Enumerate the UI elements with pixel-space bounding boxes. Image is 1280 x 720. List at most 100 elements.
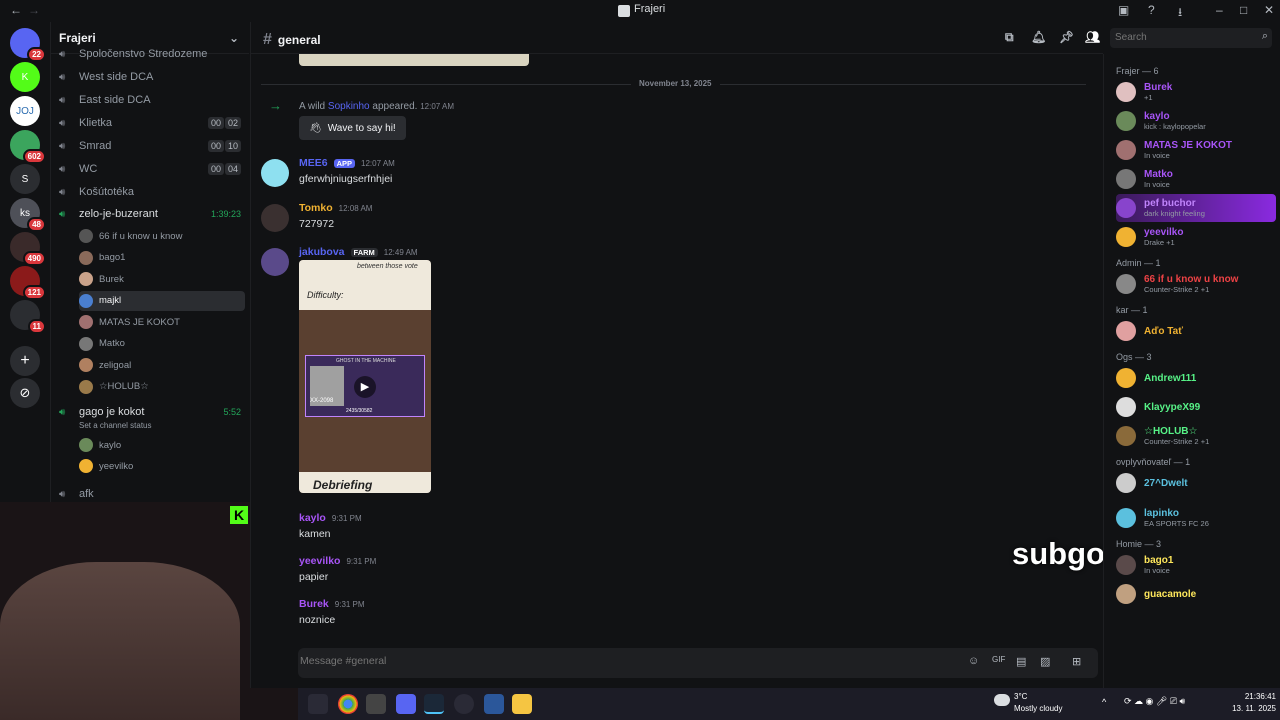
message-author[interactable]: Tomko [299,202,333,214]
message-input[interactable] [300,655,940,667]
active-voice-channel[interactable]: 🔊︎ zelo-je-buzerant 1:39:23 [59,204,245,224]
minimize-button[interactable]: – [1216,3,1223,17]
bell-icon[interactable]: 🔔︎ [1031,30,1046,44]
sticker-icon[interactable]: ▤ [1016,655,1026,668]
members-icon[interactable]: 👥︎ [1085,30,1100,44]
voice-channel[interactable]: 🔊︎ WC 00 04 [59,159,245,179]
member-row[interactable]: bago1 In voice [1116,551,1276,579]
avatar [79,229,93,243]
message-author[interactable]: Burek [299,598,329,610]
member-row[interactable]: yeevilko Drake +1 [1116,223,1276,251]
previous-image[interactable] [299,54,529,66]
obs-icon[interactable] [454,694,474,714]
taskbar-app-icon[interactable] [366,694,386,714]
voice-channel[interactable]: 🔊︎ gago je kokot 5:52 [59,402,245,422]
message-time: 12:07 AM [361,159,395,168]
image-icon[interactable]: ▨ [1040,655,1050,668]
voice-channel[interactable]: 🔊︎ Smrad 00 10 [59,136,245,156]
voice-user[interactable]: majkl [79,290,245,311]
avatar[interactable] [261,204,289,232]
voice-user[interactable]: 66 if u know u know [79,226,245,246]
window-title: Frajeri [634,3,666,15]
member-row[interactable]: MATAS JE KOKOT In voice [1116,136,1276,164]
windows-taskbar: 3°C Mostly cloudy ^ ⟳ ☁ ◉ 🎤︎ ⎚ 🔊︎ 21:36:… [298,688,1280,720]
search-box[interactable]: ⌕ [1110,28,1272,48]
embed-image[interactable]: between those vote Difficulty: GHOST IN … [299,260,431,493]
server-icon[interactable]: S [10,164,40,194]
message-author[interactable]: yeevilko [299,555,340,567]
gif-icon[interactable]: GIF [992,655,1005,664]
member-row[interactable]: Aďo Tať [1116,317,1276,345]
server-icon[interactable]: ks 48 [10,198,46,232]
voice-user[interactable]: ☆HOLUB☆ [79,377,245,397]
avatar[interactable] [261,159,289,187]
inbox-icon[interactable]: ▣ [1118,3,1129,17]
search-icon[interactable]: ⌕ [1262,30,1268,43]
server-icon[interactable]: 11 [10,300,46,334]
close-button[interactable]: ✕ [1264,3,1274,17]
message-author[interactable]: kaylo [299,512,326,524]
member-row[interactable]: Burek +1 [1116,78,1276,106]
steam-icon[interactable] [424,694,444,714]
threads-icon[interactable]: ⧉ [1005,30,1014,45]
voice-channel[interactable]: 🔊︎ West side DCA [59,67,245,87]
member-row[interactable]: 27^Dwelt [1116,469,1276,497]
server-icon[interactable]: K [10,62,40,92]
voice-user[interactable]: zeligoal [79,355,245,375]
forward-arrow-icon[interactable]: → [28,3,40,17]
help-icon[interactable]: ? [1148,3,1155,17]
maximize-button[interactable]: □ [1240,3,1247,17]
add-server-icon[interactable]: + [10,346,40,376]
server-icon[interactable]: JOJ [10,96,40,126]
message-author[interactable]: MEE6 [299,157,328,169]
taskbar-app-icon[interactable] [512,694,532,714]
tray-chevron-icon[interactable]: ^ [1102,697,1106,707]
member-row[interactable]: kaylo kick : kaylopopelar [1116,107,1276,135]
member-row[interactable]: Matko In voice [1116,165,1276,193]
tray-icons[interactable]: ⟳ ☁ ◉ 🎤︎ ⎚ 🔊︎ [1124,696,1185,707]
voice-channel[interactable]: 🔊︎ East side DCA [59,90,245,110]
chrome-icon[interactable] [338,694,358,714]
word-icon[interactable] [484,694,504,714]
discord-taskbar-icon[interactable] [396,694,416,714]
voice-user[interactable]: Matko [79,334,245,354]
avatar [79,250,93,265]
member-row[interactable]: 66 if u know u know Counter-Strike 2 +1 [1116,270,1276,298]
wave-button[interactable]: 👋︎ Wave to say hi! [299,116,406,140]
server-icon[interactable]: 22 [10,28,46,62]
server-icon[interactable]: 490 [10,232,46,266]
apps-icon[interactable]: ⊞ [1072,655,1081,668]
member-row[interactable]: Andrew111 [1116,364,1276,392]
member-row[interactable]: pef buchor dark knight feeling [1116,194,1276,222]
pin-icon[interactable]: 📌︎ [1059,30,1074,44]
member-row[interactable]: lapinko EA SPORTS FC 26 [1116,504,1276,532]
voice-user[interactable]: yeevilko [79,456,245,476]
member-row[interactable]: KlayypeX99 [1116,393,1276,421]
channel-label: East side DCA [79,94,151,106]
download-icon[interactable]: ⭳ [1178,3,1182,24]
voice-user[interactable]: Burek [79,269,245,289]
member-row[interactable]: ☆HOLUB☆ Counter-Strike 2 +1 [1116,422,1276,450]
search-input[interactable] [1110,28,1250,47]
member-row[interactable]: guacamole [1116,580,1276,608]
avatar[interactable] [261,248,289,276]
server-icon[interactable]: 602 [10,130,46,164]
voice-user[interactable]: MATAS JE KOKOT [79,312,245,332]
voice-user[interactable]: kaylo [79,435,245,455]
back-arrow-icon[interactable]: ← [10,3,22,17]
voice-channel[interactable]: 🔊︎ Spoločenstvo Stredozeme [59,44,245,64]
channel-status[interactable]: Set a channel status [79,421,152,430]
taskbar-app-icon[interactable] [308,694,328,714]
discover-icon[interactable]: ⊘ [10,378,40,408]
afk-channel[interactable]: 🔊︎ afk [59,484,245,504]
join-user[interactable]: Sopkinho [328,101,370,112]
chevron-down-icon[interactable]: ⌄ [229,31,239,45]
voice-user[interactable]: bago1 [79,248,245,268]
emoji-icon[interactable]: ☺ [968,655,979,667]
voice-channel[interactable]: 🔊︎ Klietka 00 02 [59,113,245,133]
server-icon[interactable]: 121 [10,266,46,300]
message-composer[interactable]: ☺ GIF ▤ ▨ ⊞ [298,648,1098,678]
message-author[interactable]: jakubova [299,246,345,258]
play-icon[interactable]: ▶ [354,376,376,398]
voice-channel[interactable]: 🔊︎ Košútotéka [59,182,245,202]
